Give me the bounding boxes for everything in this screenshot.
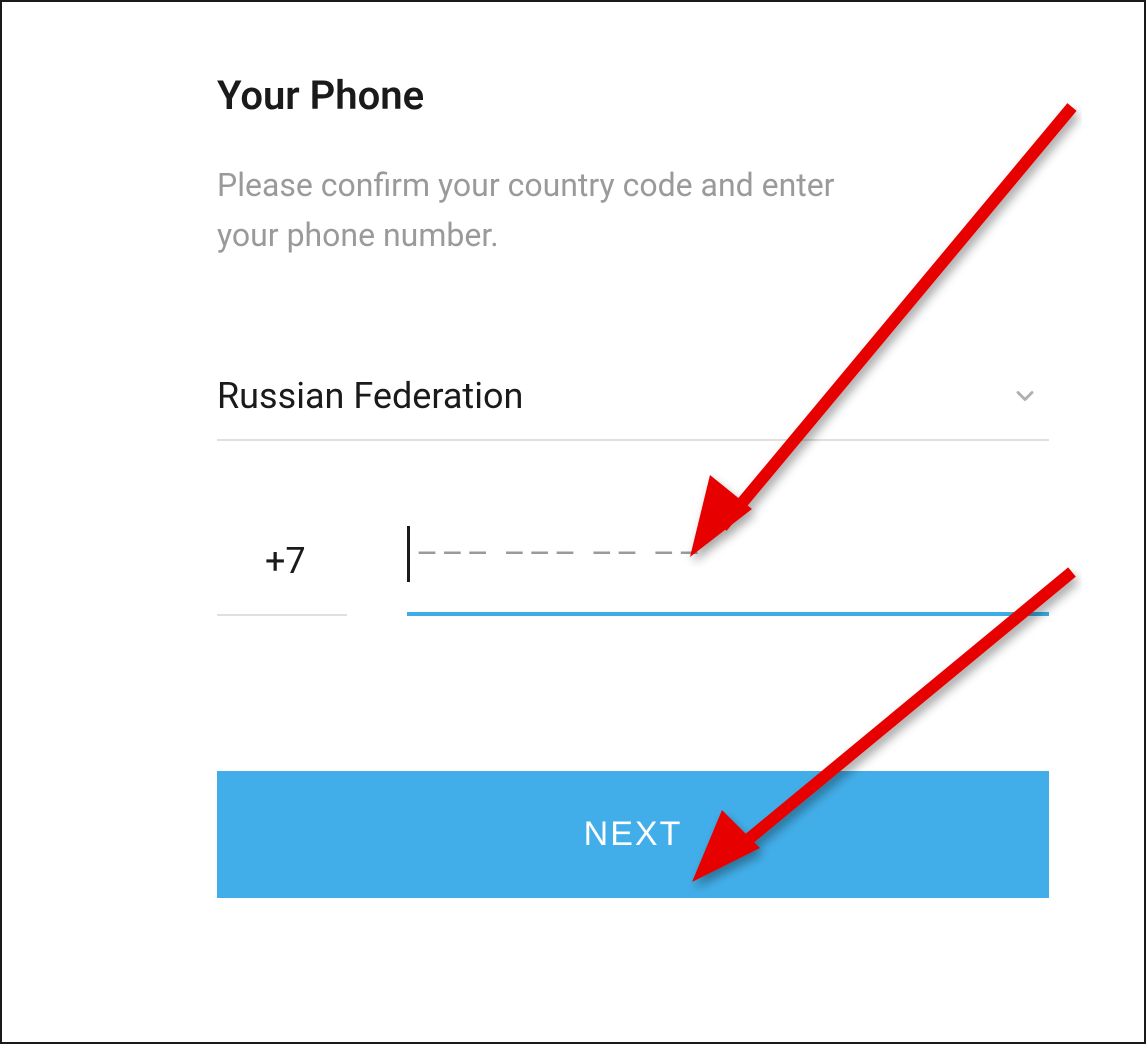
- next-button[interactable]: NEXT: [217, 771, 1049, 898]
- country-select[interactable]: Russian Federation: [217, 375, 1049, 441]
- text-cursor: [407, 526, 410, 582]
- phone-placeholder: ––– ––– –– ––: [416, 534, 703, 574]
- page-title: Your Phone: [217, 72, 1049, 119]
- page-subtitle: Please confirm your country code and ent…: [217, 161, 897, 260]
- phone-number-input[interactable]: ––– ––– –– ––: [407, 526, 1049, 616]
- phone-row: +7 ––– ––– –– ––: [217, 526, 1049, 616]
- country-selected-label: Russian Federation: [217, 375, 523, 417]
- country-code-field[interactable]: +7: [217, 540, 347, 616]
- chevron-down-icon: [1011, 382, 1039, 410]
